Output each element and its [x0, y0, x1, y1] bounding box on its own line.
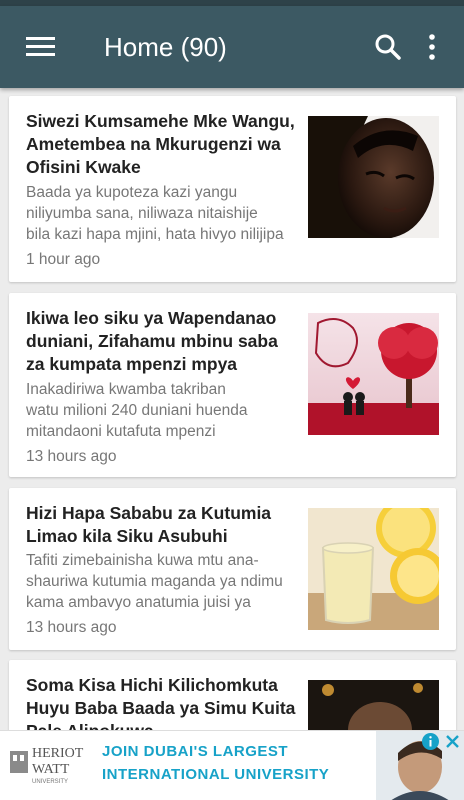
article-title: Ikiwa leo siku ya Wapendanao duniani, Zi…	[26, 308, 278, 374]
article-snippet-line: watu milioni 240 duniani huenda	[26, 402, 248, 419]
hamburger-menu-icon[interactable]	[12, 6, 70, 88]
ad-brand-line3: UNIVERSITY	[32, 779, 68, 785]
heriot-watt-logo: HERIOT WATT UNIVERSITY	[8, 741, 92, 791]
search-icon[interactable]	[366, 6, 410, 88]
article-snippet-line: shauriwa kutumia maganda ya ndimu	[26, 573, 283, 590]
article-timestamp: 1 hour ago	[26, 251, 101, 268]
article-snippet-line: kama ambavyo anatumia juisi ya	[26, 594, 251, 611]
article-timestamp: 13 hours ago	[26, 619, 117, 636]
ad-headline-line2: INTERNATIONAL UNIVERSITY	[102, 766, 330, 783]
ad-info-icon[interactable]	[421, 732, 440, 751]
article-thumbnail[interactable]	[308, 116, 439, 238]
ad-brand-line2: WATT	[32, 762, 70, 777]
page-title: Home (90)	[104, 31, 227, 62]
article-snippet-line: mitandaoni kutafuta mpenzi	[26, 423, 216, 440]
article-title: Soma Kisa Hichi Kilichomkuta Huyu Baba B…	[26, 675, 296, 730]
ad-brand-line1: HERIOT	[32, 746, 84, 761]
article-snippet-line: bila kazi hapa mjini, hata hivyo nilijip…	[26, 226, 284, 243]
article-thumbnail[interactable]	[308, 508, 439, 630]
article-thumbnail[interactable]	[308, 313, 439, 435]
article-snippet-line: Tafiti zimebainisha kuwa mtu ana-	[26, 552, 259, 569]
article-card[interactable]: Hizi Hapa Sababu za Kutumia Limao kila S…	[9, 488, 456, 650]
article-card[interactable]: Ikiwa leo siku ya Wapendanao duniani, Zi…	[9, 293, 456, 477]
article-title: Siwezi Kumsamehe Mke Wangu, Ametembea na…	[26, 111, 295, 177]
article-thumbnail[interactable]	[308, 680, 439, 730]
article-timestamp: 13 hours ago	[26, 448, 117, 465]
app-bar: Home (90)	[0, 6, 464, 88]
article-card[interactable]: Siwezi Kumsamehe Mke Wangu, Ametembea na…	[9, 96, 456, 282]
article-snippet-line: Baada ya kupoteza kazi yangu	[26, 184, 238, 201]
ad-headline-line1: JOIN DUBAI'S LARGEST	[102, 743, 289, 760]
article-snippet-line: niliyumba sana, niliwaza nitaishije	[26, 205, 258, 222]
ad-close-icon[interactable]	[443, 732, 462, 751]
article-card[interactable]: Soma Kisa Hichi Kilichomkuta Huyu Baba B…	[9, 660, 456, 730]
ad-banner[interactable]: HERIOT WATT UNIVERSITY JOIN DUBAI'S LARG…	[0, 730, 464, 800]
more-vert-icon[interactable]	[410, 6, 454, 88]
article-title: Hizi Hapa Sababu za Kutumia Limao kila S…	[26, 503, 272, 546]
article-feed[interactable]: Siwezi Kumsamehe Mke Wangu, Ametembea na…	[0, 88, 464, 730]
article-snippet-line: Inakadiriwa kwamba takriban	[26, 381, 226, 398]
